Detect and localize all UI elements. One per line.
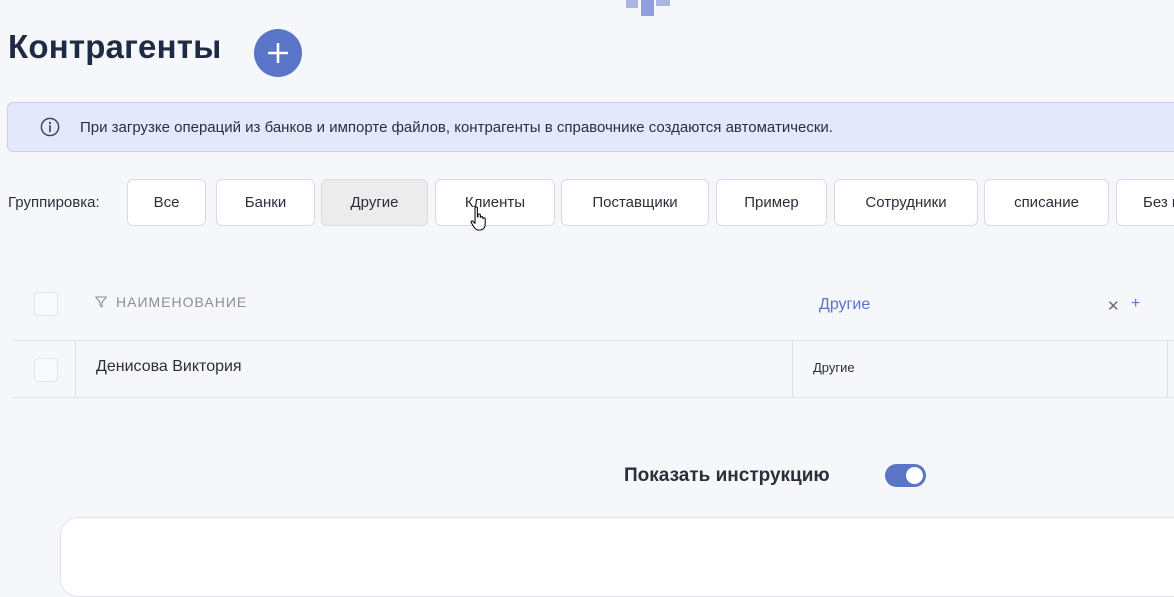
info-icon [40,117,60,137]
select-all-checkbox[interactable] [34,292,58,316]
chip-banks[interactable]: Банки [216,179,315,226]
chip-other[interactable]: Другие [321,179,428,226]
column-divider [75,341,76,397]
cell-name[interactable]: Денисова Виктория [96,358,242,376]
filter-icon[interactable] [95,296,107,308]
cell-group: Другие [813,360,855,375]
show-instructions-label: Показать инструкцию [624,465,830,486]
chip-no-group[interactable]: Без г [1116,179,1174,226]
instructions-panel [60,517,1174,597]
column-header-group[interactable]: Другие [819,296,870,314]
grouping-filter: Группировка: [8,179,115,226]
chip-clients[interactable]: Клиенты [435,179,555,226]
column-header-name[interactable]: НАИМЕНОВАНИЕ [116,294,247,310]
show-instructions-toggle[interactable] [885,464,926,487]
chip-all[interactable]: Все [127,179,206,226]
table-row[interactable]: Денисова Виктория Другие [13,340,1174,398]
row-checkbox[interactable] [34,358,58,382]
page-title: Контрагенты [8,28,222,65]
chip-employees[interactable]: Сотрудники [834,179,978,226]
column-divider [1167,341,1168,397]
chip-writeoff[interactable]: списание [984,179,1109,226]
add-column-icon[interactable]: + [1131,295,1140,313]
info-banner-text: При загрузке операций из банков и импорт… [80,118,833,136]
toggle-knob [906,467,923,484]
remove-column-icon[interactable]: ✕ [1107,297,1120,315]
counterparties-table: НАИМЕНОВАНИЕ Другие ✕ + Денисова Виктори… [13,277,1174,398]
chip-example[interactable]: Пример [716,179,827,226]
grouping-label: Группировка: [8,194,100,211]
info-banner: При загрузке операций из банков и импорт… [7,102,1174,152]
chip-suppliers[interactable]: Поставщики [561,179,709,226]
app-logo-fragment [626,0,670,16]
column-divider [792,341,793,397]
add-counterparty-button[interactable] [254,29,302,77]
hand-cursor-icon [470,206,486,231]
table-header: НАИМЕНОВАНИЕ Другие ✕ + [13,277,1174,340]
plus-icon [268,43,288,63]
